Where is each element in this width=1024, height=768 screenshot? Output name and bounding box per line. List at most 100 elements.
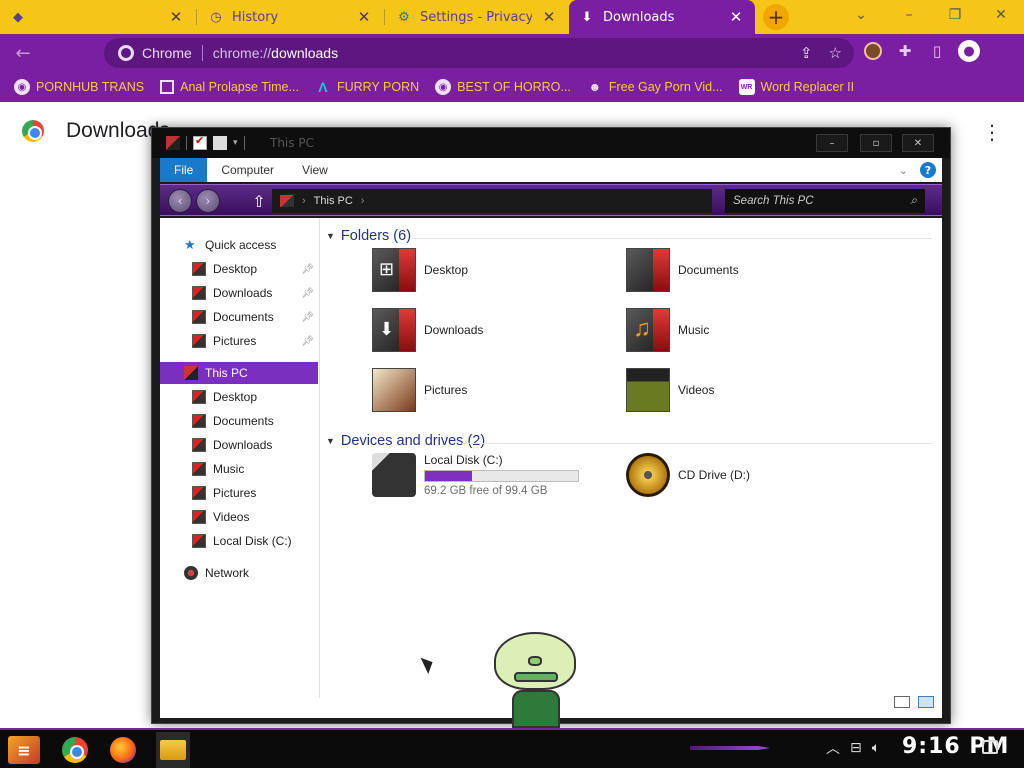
expand-ribbon-chevron-icon[interactable]: ⌄ [899, 164, 908, 177]
tab-settings[interactable]: ⚙ Settings - Privacy and ✕ [386, 0, 568, 34]
star-icon: ★ [184, 237, 196, 252]
close-button[interactable]: ✕ [902, 134, 934, 152]
restore-button[interactable]: ❐ [932, 0, 978, 30]
bookmark-label: Free Gay Porn Vid... [608, 80, 723, 94]
nav-item[interactable]: Documents 📌︎ [160, 306, 318, 328]
nav-item[interactable]: Desktop [160, 386, 318, 408]
chrome-taskbar-icon[interactable] [62, 737, 88, 763]
site-chip-label: Chrome [142, 45, 192, 61]
close-tab-icon[interactable]: ✕ [540, 8, 558, 26]
close-tab-icon[interactable]: ✕ [167, 8, 185, 26]
downloads-folder-icon: ⬇ [372, 308, 416, 352]
tab-history[interactable]: ◷ History ✕ [198, 0, 383, 34]
bookmarks-bar: ◉ PORNHUB TRANS Anal Prolapse Time... Λ … [0, 72, 1024, 102]
minimize-button[interactable]: – [886, 0, 932, 30]
back-arrow-icon[interactable]: ← [12, 42, 34, 64]
address-bar[interactable]: Chrome chrome:// downloads ⇪ ☆ [104, 38, 854, 68]
profile-icon[interactable]: ● [958, 40, 980, 62]
maximize-button[interactable]: ▫ [860, 134, 892, 152]
bookmark-item[interactable]: ☻ Free Gay Porn Vid... [587, 79, 723, 95]
tab-downloads[interactable]: ⬇ Downloads ✕ [569, 0, 755, 34]
folder-icon [192, 310, 206, 324]
folders-group-header[interactable]: ▼ Folders (6) [326, 228, 411, 244]
tab-separator [196, 9, 197, 25]
bookmark-item[interactable]: WR Word Replacer II [738, 79, 854, 95]
ribbon-tab-file[interactable]: File [160, 158, 208, 182]
bookmark-star-icon[interactable]: ☆ [829, 44, 842, 62]
breadcrumb-this-pc[interactable]: This PC [314, 195, 353, 207]
network-icon[interactable]: ⊟ [850, 740, 862, 756]
extension-avatar-icon[interactable] [862, 40, 884, 62]
back-button[interactable]: ‹ [168, 189, 192, 213]
this-pc-icon [280, 195, 294, 207]
collapse-caret-icon: ▼ [326, 231, 335, 241]
mascot-icon: ☻ [588, 80, 602, 94]
nav-item[interactable]: Pictures [160, 482, 318, 504]
nav-item[interactable]: Downloads 📌︎ [160, 282, 318, 304]
new-tab-button[interactable]: + [763, 4, 789, 30]
tab-strip: ◆ ✕ ◷ History ✕ ⚙ Settings - Privacy and… [0, 0, 1024, 34]
help-icon[interactable]: ? [920, 162, 936, 178]
extensions-puzzle-icon[interactable]: ✚ [894, 40, 916, 62]
nav-item[interactable]: Videos [160, 506, 318, 528]
breadcrumb-arrow-icon: › [302, 195, 306, 207]
show-hidden-icons-chevron-icon[interactable]: ︿ [826, 738, 840, 758]
nav-item[interactable]: Pictures 📌︎ [160, 330, 318, 352]
close-tab-icon[interactable]: ✕ [727, 8, 745, 26]
customize-chevron-icon[interactable]: ▾ [233, 138, 238, 148]
nav-item[interactable]: ★ Quick access [160, 234, 318, 256]
folder-item[interactable]: Documents [626, 248, 739, 292]
nav-item-label: Quick access [205, 238, 277, 252]
site-chip[interactable]: Chrome [118, 45, 192, 61]
bookmark-item[interactable]: Λ FURRY PORN [315, 79, 419, 95]
nav-item[interactable]: Downloads [160, 434, 318, 456]
folder-item[interactable]: Videos [626, 368, 714, 412]
nav-item[interactable]: Desktop 📌︎ [160, 258, 318, 280]
folder-icon [192, 510, 206, 524]
volume-icon[interactable]: 🔈︎ [872, 740, 880, 756]
drive-local-disk[interactable]: Local Disk (C:) 69.2 GB free of 99.4 GB [372, 453, 579, 497]
nav-item[interactable]: Network [160, 562, 318, 584]
folder-icon [192, 438, 206, 452]
nav-item[interactable]: Local Disk (C:) [160, 530, 318, 552]
close-tab-icon[interactable]: ✕ [355, 8, 373, 26]
breadcrumb-arrow-icon: › [360, 195, 365, 207]
hard-disk-icon [372, 453, 416, 497]
path-field[interactable]: › This PC › [272, 189, 712, 213]
more-options-icon[interactable]: ⋮ [982, 120, 1002, 144]
main-pane: ▼ Folders (6) ⊞ Desktop Documents ⬇ Download… [322, 218, 942, 708]
nav-item[interactable]: Music [160, 458, 318, 480]
minimize-button[interactable]: – [816, 134, 848, 152]
file-explorer-taskbar-icon[interactable] [160, 740, 186, 760]
action-center-icon[interactable] [982, 740, 998, 754]
nav-item[interactable]: Documents [160, 410, 318, 432]
folder-item[interactable]: ♫ Music [626, 308, 709, 352]
large-icons-view-icon[interactable] [918, 696, 934, 708]
start-button[interactable]: ≡ [8, 736, 40, 764]
close-window-button[interactable]: ✕ [978, 0, 1024, 30]
bookmark-item[interactable]: ◉ BEST OF HORRO... [435, 79, 571, 95]
firefox-taskbar-icon[interactable] [110, 737, 136, 763]
side-panel-icon[interactable]: ▯ [926, 40, 948, 62]
search-input[interactable]: Search This PC ⌕ [725, 189, 925, 213]
bookmark-item[interactable]: Anal Prolapse Time... [160, 80, 299, 94]
ribbon-tab-view[interactable]: View [288, 158, 342, 182]
tab-peridot[interactable]: ◆ ✕ [0, 0, 195, 34]
drive-cd[interactable]: CD Drive (D:) [626, 453, 750, 497]
disk-usage-bar [424, 470, 579, 482]
nav-item[interactable]: This PC [160, 362, 318, 384]
folder-item[interactable]: Pictures [372, 368, 467, 412]
folder-item[interactable]: ⬇ Downloads [372, 308, 483, 352]
drives-group-header[interactable]: ▼ Devices and drives (2) [326, 433, 485, 449]
folder-item[interactable]: ⊞ Desktop [372, 248, 468, 292]
details-view-icon[interactable] [894, 696, 910, 708]
bookmark-item[interactable]: ◉ PORNHUB TRANS [14, 79, 144, 95]
up-arrow-icon[interactable]: ⇧ [250, 191, 268, 211]
share-icon[interactable]: ⇪ [800, 44, 813, 62]
tab-search-button[interactable]: ⌄ [838, 0, 884, 30]
new-folder-icon[interactable] [213, 136, 227, 150]
ribbon-tab-computer[interactable]: Computer [207, 158, 288, 182]
folder-label: Videos [678, 383, 715, 397]
forward-button[interactable]: › [196, 189, 220, 213]
properties-icon[interactable] [193, 134, 207, 150]
